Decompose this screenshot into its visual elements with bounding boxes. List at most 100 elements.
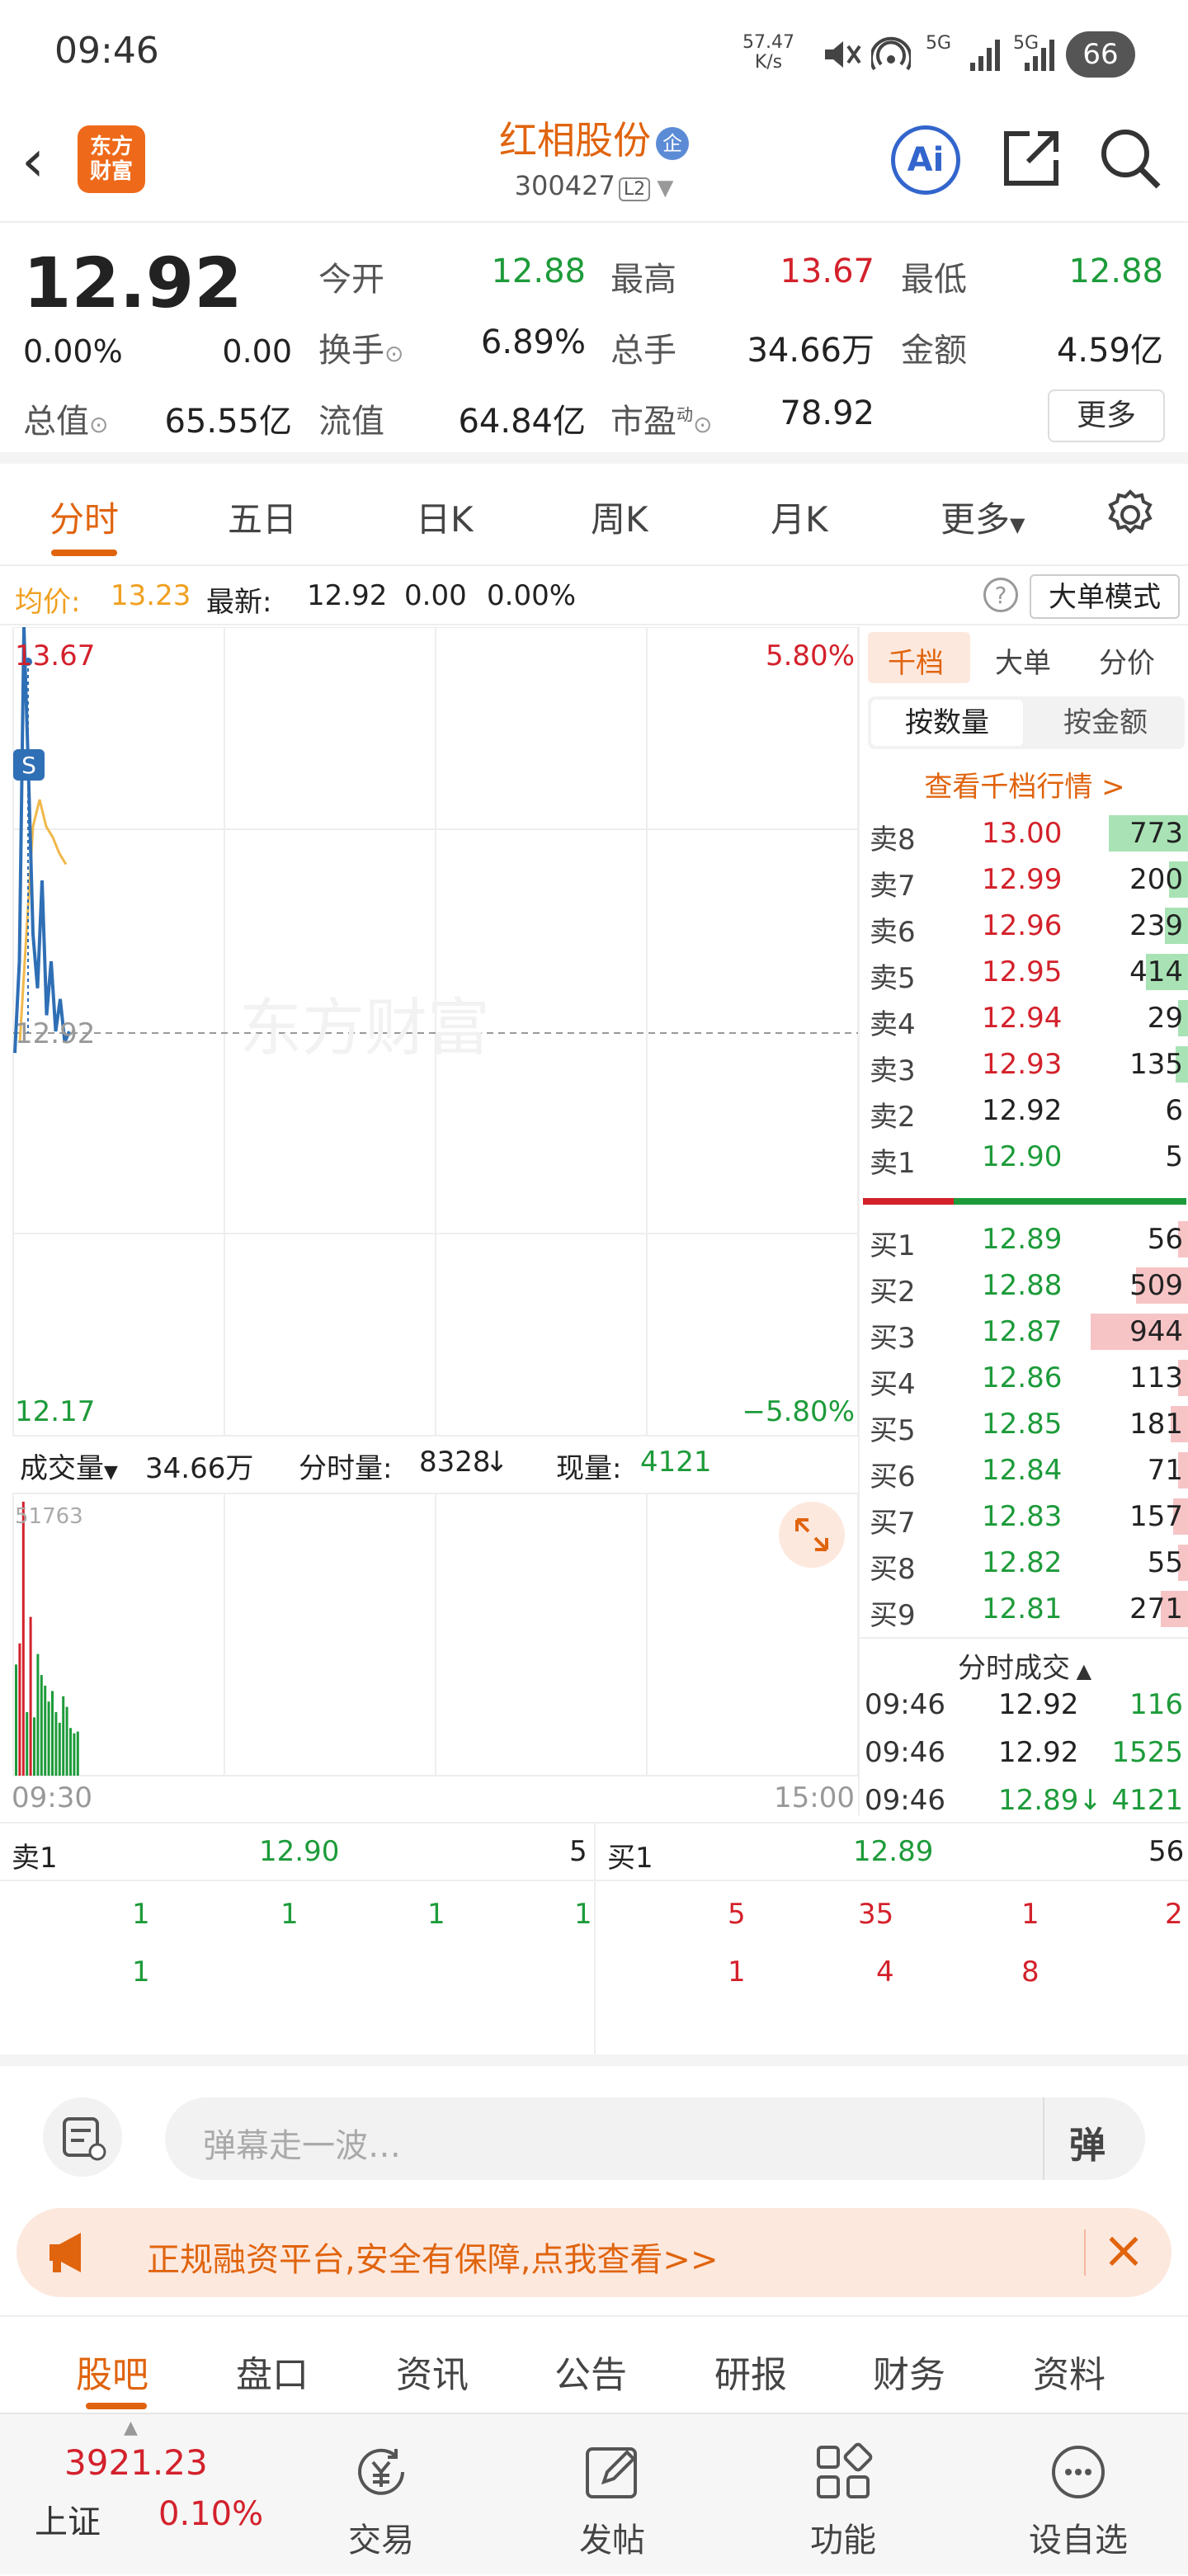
sort-by-quantity[interactable]: 按数量: [871, 700, 1023, 746]
trades-title[interactable]: 分时成交 ▲: [860, 1639, 1188, 1686]
turnover-label[interactable]: 换手⊙: [318, 323, 403, 371]
more-button[interactable]: 更多: [1048, 389, 1165, 442]
mcap-label[interactable]: 总值⊙: [23, 394, 108, 442]
minute-volume-value: 8328: [419, 1446, 491, 1479]
level-volume: 157: [1129, 1500, 1183, 1533]
ask-order-2: 1: [280, 1898, 299, 1931]
bid-level-row[interactable]: 买1 12.89 56: [860, 1218, 1188, 1264]
high-label: 最高: [610, 261, 676, 299]
mcap-label-text: 总值: [23, 403, 89, 441]
danmu-toggle-button[interactable]: 弹: [1069, 2116, 1106, 2168]
bottom-price-label: 12.17: [15, 1395, 95, 1428]
tab-more[interactable]: 更多▼: [940, 492, 1025, 542]
tab-financials[interactable]: 财务: [873, 2345, 945, 2398]
tab-announcements[interactable]: 公告: [554, 2345, 627, 2398]
level-volume: 414: [1129, 955, 1183, 988]
level-price: 12.90: [982, 1140, 1063, 1173]
tab-order-book[interactable]: 盘口: [236, 2345, 309, 2398]
ask-level-row[interactable]: 卖3 12.93 135: [860, 1043, 1188, 1089]
tab-weekly-k[interactable]: 周K: [591, 492, 648, 542]
level-volume: 271: [1129, 1592, 1183, 1625]
danmu-input[interactable]: 弹幕走一波… 弹: [165, 2097, 1145, 2180]
bid-level-row[interactable]: 买6 12.84 71: [860, 1449, 1188, 1495]
level-price: 12.82: [982, 1546, 1063, 1579]
bid-level-row[interactable]: 买7 12.83 157: [860, 1495, 1188, 1541]
close-icon[interactable]: ×: [1102, 2220, 1145, 2280]
intraday-chart[interactable]: 东方财富 S 13.67 5.80% 12.92 12.17 −5.80% 51…: [0, 626, 859, 1815]
banner-divider: [1084, 2229, 1086, 2276]
volume-bar: [65, 1706, 68, 1776]
level-price: 12.96: [982, 909, 1063, 942]
ask-level-row[interactable]: 卖2 12.92 6: [860, 1089, 1188, 1135]
level-volume: 135: [1129, 1048, 1183, 1081]
signal-5g-label: 5G: [926, 33, 952, 54]
hotspot-icon: [871, 36, 911, 71]
ask-level-row[interactable]: 卖4 12.94 29: [860, 997, 1188, 1043]
level-label: 卖2: [870, 1101, 916, 1134]
tab-research[interactable]: 研报: [714, 2345, 787, 2398]
stock-name: 红相股份: [499, 118, 651, 163]
bid-level-row[interactable]: 买5 12.85 181: [860, 1403, 1188, 1449]
trade-button[interactable]: 交易: [332, 2439, 431, 2561]
tab-thousand-level[interactable]: 千档: [888, 640, 944, 681]
add-watchlist-button[interactable]: 设自选: [1025, 2439, 1132, 2561]
level-volume: 56: [1147, 1223, 1183, 1256]
tab-daily-k[interactable]: 日K: [416, 492, 474, 542]
level-volume: 113: [1129, 1361, 1183, 1394]
price-summary-bar: 均价: 13.23 最新: 12.92 0.00 0.00% ? 大单模式: [0, 568, 1188, 625]
bid-level-row[interactable]: 买9 12.81 271: [860, 1588, 1188, 1634]
minute-volume-label: 分时量:: [299, 1452, 393, 1485]
tab-big-order[interactable]: 大单: [995, 640, 1051, 681]
volume-bar: [69, 1728, 72, 1776]
promo-banner[interactable]: 正规融资平台,安全有保障,点我查看>> ×: [16, 2208, 1172, 2297]
bottom-percent-label: −5.80%: [742, 1395, 856, 1428]
dropdown-icon-2: ▼: [104, 1462, 118, 1483]
ai-button[interactable]: Ai: [891, 125, 960, 195]
ask-level-row[interactable]: 卖5 12.95 414: [860, 951, 1188, 997]
share-icon[interactable]: [1000, 127, 1063, 190]
sort-by-amount[interactable]: 按金额: [1030, 700, 1181, 746]
search-icon[interactable]: [1097, 125, 1163, 191]
view-thousand-levels-link[interactable]: 查看千档行情 >: [860, 764, 1188, 804]
tab-monthly-k[interactable]: 月K: [771, 492, 828, 542]
danmu-list-button[interactable]: [43, 2097, 122, 2177]
down-arrow-icon: ↓: [485, 1446, 509, 1479]
level-label: 买9: [870, 1599, 916, 1632]
ask-level-row[interactable]: 卖8 13.00 773: [860, 812, 1188, 858]
tab-forum[interactable]: 股吧: [76, 2345, 148, 2398]
bid-level-row[interactable]: 买4 12.86 113: [860, 1356, 1188, 1403]
big-order-mode-button[interactable]: 大单模式: [1030, 574, 1180, 619]
time-end-label: 15:00: [774, 1781, 855, 1814]
bid-level-row[interactable]: 买8 12.82 55: [860, 1541, 1188, 1588]
gear-icon[interactable]: [1104, 488, 1157, 541]
bid-level-row[interactable]: 买3 12.87 944: [860, 1310, 1188, 1356]
ask-level-row[interactable]: 卖1 12.90 5: [860, 1135, 1188, 1182]
level-volume: 71: [1147, 1454, 1183, 1487]
level2-badge: L2: [618, 177, 651, 201]
trade-price: 12.89↓: [998, 1784, 1102, 1817]
function-button[interactable]: 功能: [794, 2439, 893, 2561]
trade-volume: 1525: [1111, 1736, 1183, 1769]
help-icon[interactable]: ?: [983, 578, 1018, 612]
period-tabs: 分时 五日 日K 周K 月K 更多▼: [0, 464, 1188, 566]
index-ticker[interactable]: ▲ 3921.23 上证 0.10%: [0, 2414, 272, 2576]
post-button[interactable]: 发帖: [563, 2439, 662, 2561]
tab-five-day[interactable]: 五日: [228, 492, 297, 542]
tab-by-price[interactable]: 分价: [1099, 640, 1155, 681]
ask-order-1: 1: [132, 1898, 150, 1931]
bid-order-4: 2: [1165, 1898, 1183, 1931]
level-volume: 29: [1147, 1002, 1183, 1035]
tab-intraday[interactable]: 分时: [50, 492, 119, 542]
tab-news[interactable]: 资讯: [396, 2345, 469, 2398]
expand-button[interactable]: [779, 1502, 845, 1568]
amount-label: 金额: [901, 332, 967, 370]
ask-level-row[interactable]: 卖7 12.99 200: [860, 858, 1188, 904]
chart-svg[interactable]: 东方财富 S 13.67 5.80% 12.92 12.17 −5.80% 51…: [0, 626, 859, 1815]
volume-selector[interactable]: 成交量▼: [20, 1446, 118, 1486]
ask-level-row[interactable]: 卖6 12.96 239: [860, 904, 1188, 951]
tab-profile[interactable]: 资料: [1033, 2345, 1106, 2398]
pe-label[interactable]: 市盈动⊙: [610, 394, 712, 442]
level-label: 买1: [870, 1229, 916, 1262]
bid-level-row[interactable]: 买2 12.88 509: [860, 1264, 1188, 1310]
level-label: 买7: [870, 1507, 916, 1540]
